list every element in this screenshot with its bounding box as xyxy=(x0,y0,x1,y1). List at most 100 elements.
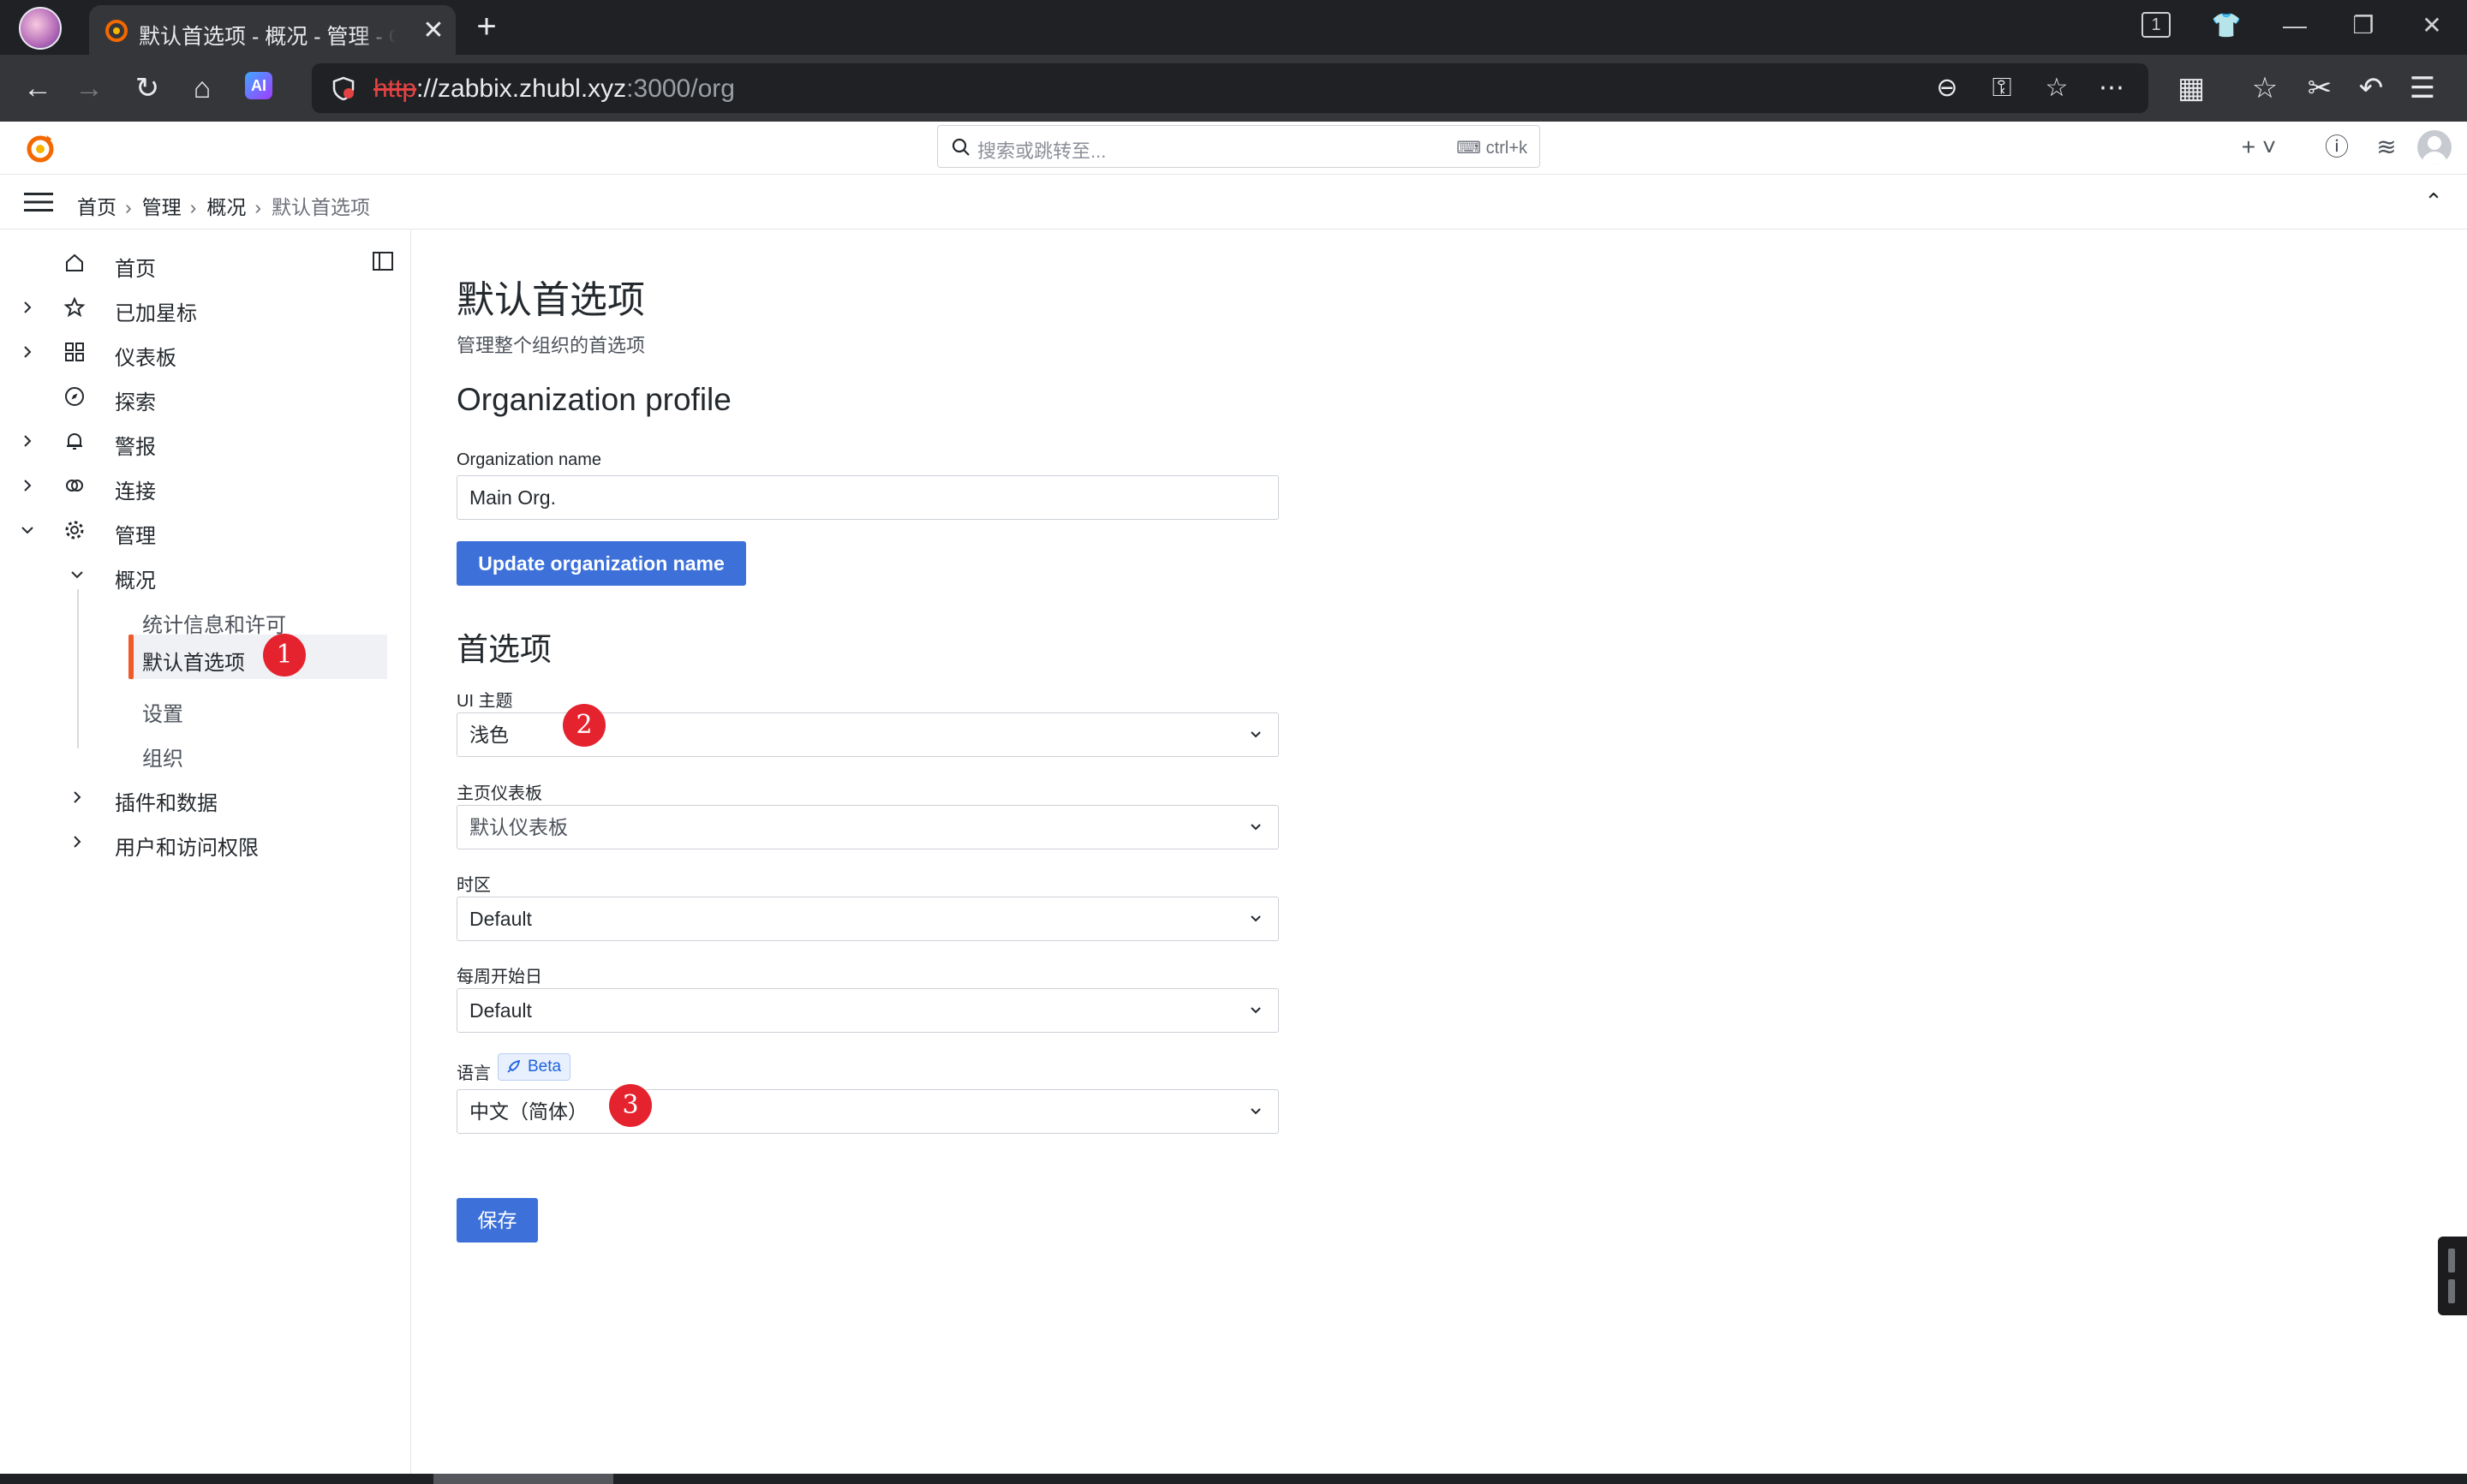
sidebar-item-settings[interactable]: 设置 xyxy=(0,688,403,729)
preferences-heading: 首选项 xyxy=(457,632,552,667)
close-tab-icon[interactable]: ✕ xyxy=(418,15,449,46)
chevron-up-icon[interactable]: ⌃ xyxy=(2421,188,2446,214)
org-name-input[interactable]: Main Org. xyxy=(457,475,1279,520)
chevron-right-icon[interactable] xyxy=(17,342,38,362)
compass-icon xyxy=(65,387,84,406)
breadcrumb-home[interactable]: 首页 xyxy=(77,196,116,218)
sidebar-item-label: 默认首选项 xyxy=(142,652,245,675)
sidebar-item-explore[interactable]: 探索 xyxy=(0,376,403,417)
key-icon[interactable]: ⚿ xyxy=(1986,72,2018,104)
sidebar-item-default-preferences[interactable]: 默认首选项 xyxy=(128,635,387,679)
language-label: 语言 xyxy=(457,1064,491,1083)
breadcrumb-separator-icon: › xyxy=(189,196,197,218)
grafana-favicon-icon xyxy=(105,20,128,42)
add-new-icon[interactable]: + ˅ xyxy=(2236,130,2282,164)
sidebar-item-dashboards[interactable]: 仪表板 xyxy=(0,331,403,372)
search-input[interactable]: 搜索或跳转至... ⌨ ctrl+k xyxy=(937,125,1540,168)
chevron-down-icon[interactable] xyxy=(67,564,87,585)
browser-tab-bar: 默认首选项 - 概况 - 管理 - Grafana ✕ + 1 👕 — ❐ ✕ xyxy=(0,0,2467,55)
user-avatar[interactable] xyxy=(2417,130,2452,164)
chevron-right-icon[interactable] xyxy=(17,431,38,451)
sidebar-item-overview[interactable]: 概况 xyxy=(0,554,403,595)
forward-icon[interactable]: → xyxy=(72,71,106,105)
news-feed-icon[interactable]: ≋ xyxy=(2369,130,2404,164)
active-indicator xyxy=(128,635,134,679)
back-icon[interactable]: ← xyxy=(21,71,55,105)
address-bar[interactable]: http://zabbix.zhubl.xyz:3000/org ⊖ ⚿ ☆ ⋯ xyxy=(312,63,2148,113)
language-select[interactable]: 中文（简体） xyxy=(457,1089,1279,1134)
search-icon xyxy=(952,138,970,156)
sidebar-item-organizations[interactable]: 组织 xyxy=(0,732,403,773)
breadcrumb-separator-icon: › xyxy=(125,196,132,218)
update-org-name-button[interactable]: Update organization name xyxy=(457,541,746,586)
chevron-down-icon xyxy=(1251,1007,1261,1014)
help-icon[interactable]: ⓘ xyxy=(2320,130,2354,164)
extensions-icon[interactable]: ▦ xyxy=(2174,71,2208,105)
new-tab-icon[interactable]: + xyxy=(469,9,504,45)
sidebar-item-users-access[interactable]: 用户和访问权限 xyxy=(0,821,403,862)
chevron-right-icon[interactable] xyxy=(17,475,38,496)
timezone-select[interactable]: Default xyxy=(457,897,1279,941)
sidebar-item-label: 探索 xyxy=(115,391,156,414)
sidebar-nav: 首页 已加星标 仪表板 探索 警报 连接 管理 概况 统计信息和许可 默认首选项 xyxy=(0,229,411,1474)
sidebar-item-connections[interactable]: 连接 xyxy=(0,465,403,506)
chevron-right-icon[interactable] xyxy=(67,831,87,852)
favorites-icon[interactable]: ☆ xyxy=(2248,71,2282,105)
menu-icon[interactable]: ☰ xyxy=(2405,71,2440,105)
home-browser-icon[interactable]: ⌂ xyxy=(185,71,219,105)
week-start-value: Default xyxy=(469,999,532,1022)
chevron-right-icon[interactable] xyxy=(67,787,87,808)
undo-icon[interactable]: ↶ xyxy=(2354,71,2388,105)
search-placeholder: 搜索或跳转至... xyxy=(977,140,1107,162)
chevron-right-icon[interactable] xyxy=(17,297,38,318)
browser-profile-avatar[interactable] xyxy=(19,7,62,50)
more-icon[interactable]: ⋯ xyxy=(2095,72,2128,104)
ai-assistant-icon[interactable]: AI xyxy=(245,72,272,99)
home-dashboard-label: 主页仪表板 xyxy=(457,784,542,803)
sidebar-item-stats[interactable]: 统计信息和许可 xyxy=(0,599,403,640)
week-start-select[interactable]: Default xyxy=(457,988,1279,1033)
week-start-label: 每周开始日 xyxy=(457,968,542,986)
org-profile-heading: Organization profile xyxy=(457,382,732,417)
link-icon xyxy=(66,480,83,492)
restore-icon[interactable]: ❐ xyxy=(2342,9,2385,43)
sidebar-item-alerting[interactable]: 警报 xyxy=(0,420,403,462)
annotation-marker-2: 2 xyxy=(563,704,606,747)
browser-tab-active[interactable]: 默认首选项 - 概况 - 管理 - Grafana ✕ xyxy=(89,5,456,55)
save-button[interactable]: 保存 xyxy=(457,1198,538,1243)
breadcrumb-overview[interactable]: 概况 xyxy=(206,196,246,218)
sidebar-item-plugins[interactable]: 插件和数据 xyxy=(0,777,403,818)
screenshot-scissors-icon[interactable]: ✂ xyxy=(2303,71,2337,105)
chevron-down-icon[interactable] xyxy=(17,520,38,540)
bell-icon xyxy=(67,432,82,450)
hamburger-menu-icon[interactable] xyxy=(24,192,53,212)
bottom-strip xyxy=(0,1474,2467,1484)
sidebar-item-administration[interactable]: 管理 xyxy=(0,510,403,551)
sidebar-item-label: 插件和数据 xyxy=(115,792,218,815)
bookmark-star-icon[interactable]: ☆ xyxy=(2040,72,2073,104)
close-window-icon[interactable]: ✕ xyxy=(2410,9,2453,43)
sidebar-item-starred[interactable]: 已加星标 xyxy=(0,287,403,328)
url-port-path: :3000/org xyxy=(626,74,735,103)
home-dashboard-select[interactable]: 默认仪表板 xyxy=(457,805,1279,849)
reload-icon[interactable]: ↻ xyxy=(130,71,164,105)
shield-insecure-icon[interactable] xyxy=(331,75,356,101)
minimize-icon[interactable]: — xyxy=(2273,9,2316,43)
search-shortcut-text: ctrl+k xyxy=(1485,139,1527,158)
gear-icon xyxy=(65,521,84,539)
shirt-icon[interactable]: 👕 xyxy=(2205,9,2248,43)
chevron-down-icon xyxy=(1251,915,1261,922)
sidebar-item-label: 管理 xyxy=(115,525,156,548)
side-panel-handle[interactable] xyxy=(2438,1237,2467,1315)
ui-theme-value: 浅色 xyxy=(469,724,509,746)
search-shortcut: ⌨ ctrl+k xyxy=(1456,139,1527,158)
sidebar-item-home[interactable]: 首页 xyxy=(0,242,403,283)
url-text[interactable]: http://zabbix.zhubl.xyz:3000/org xyxy=(373,74,735,104)
home-dashboard-value: 默认仪表板 xyxy=(469,816,568,838)
breadcrumb-admin[interactable]: 管理 xyxy=(142,196,182,218)
page-subtitle: 管理整个组织的首选项 xyxy=(457,335,646,356)
tab-count-badge[interactable]: 1 xyxy=(2141,12,2171,38)
grafana-logo-icon[interactable] xyxy=(22,130,58,166)
zoom-icon[interactable]: ⊖ xyxy=(1931,72,1963,104)
chevron-down-icon xyxy=(1251,824,1261,831)
